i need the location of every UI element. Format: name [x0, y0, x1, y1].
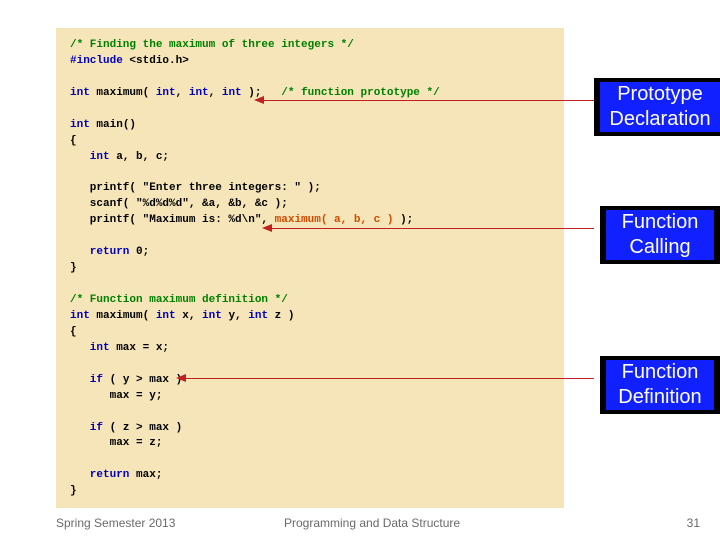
arrow-head-icon — [176, 374, 186, 382]
arrow-to-definition — [184, 378, 594, 379]
comment-funcdef: /* Function maximum definition */ — [70, 294, 288, 306]
footer-title: Programming and Data Structure — [284, 516, 460, 530]
annot-calling: Function Calling — [600, 206, 720, 264]
arrow-to-prototype — [262, 100, 594, 101]
kw-include: #include — [70, 55, 123, 67]
arrow-to-calling — [270, 228, 594, 229]
footer-semester: Spring Semester 2013 — [56, 516, 175, 530]
include-target: <stdio.h> — [123, 55, 189, 67]
comment-proto: /* function prototype */ — [281, 87, 439, 99]
page-number: 31 — [687, 516, 700, 530]
comment: /* Finding the maximum of three integers… — [70, 39, 354, 51]
arrow-head-icon — [262, 224, 272, 232]
annot-definition: Function Definition — [600, 356, 720, 414]
call-maximum: maximum( a, b, c ) — [275, 214, 394, 226]
kw-int: int — [70, 87, 90, 99]
arrow-head-icon — [254, 96, 264, 104]
annot-prototype: Prototype Declaration — [594, 78, 720, 136]
